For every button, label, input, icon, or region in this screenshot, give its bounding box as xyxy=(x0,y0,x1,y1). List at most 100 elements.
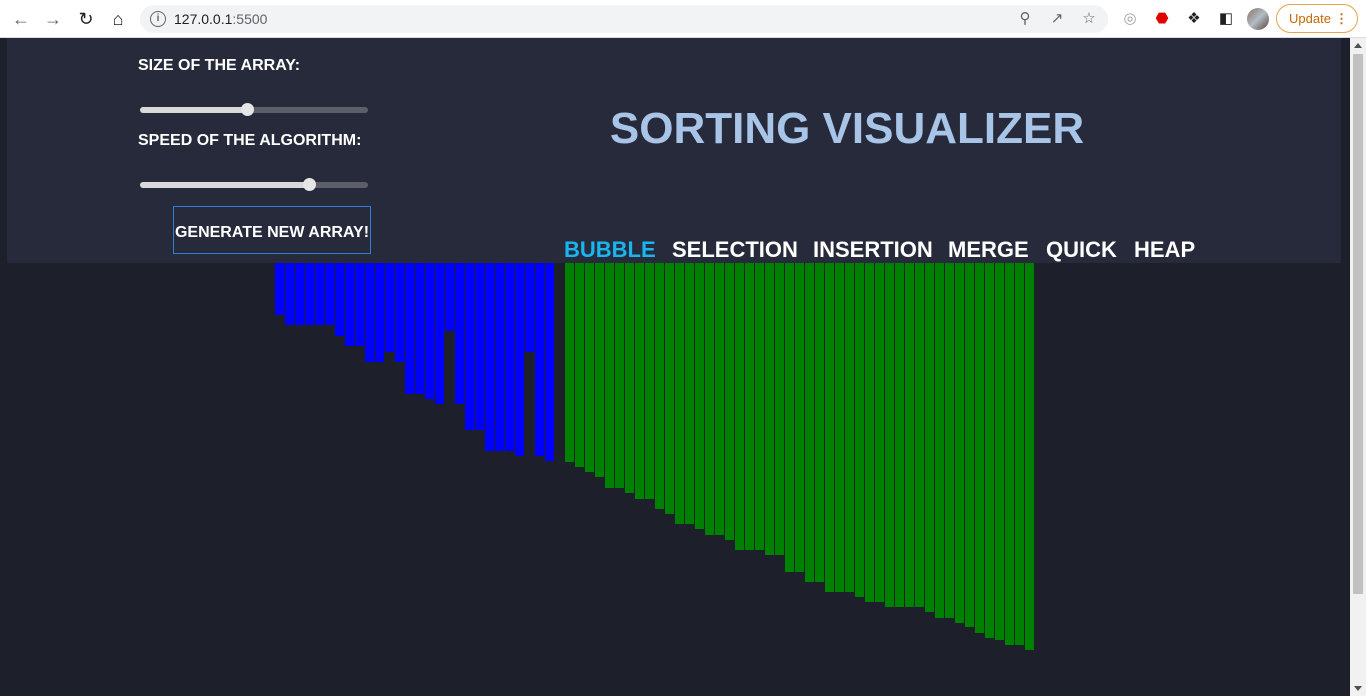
sorted-bar xyxy=(865,263,874,602)
sorted-bar xyxy=(625,263,634,493)
algo-insertion[interactable]: INSERTION xyxy=(813,237,933,263)
speed-slider-fill xyxy=(140,182,309,188)
sorted-bar xyxy=(775,263,784,555)
side-panel-icon[interactable]: ◧ xyxy=(1216,9,1236,29)
sorted-bar xyxy=(845,263,854,592)
unsorted-bar xyxy=(525,263,534,352)
unsorted-bar xyxy=(535,263,544,456)
sorted-bar xyxy=(1005,263,1014,645)
page-title: SORTING VISUALIZER xyxy=(609,104,1085,153)
sorted-bar xyxy=(615,263,624,488)
unsorted-bar xyxy=(315,263,324,325)
page-viewport: SIZE OF THE ARRAY: SPEED OF THE ALGORITH… xyxy=(0,38,1350,696)
sorted-bar xyxy=(945,263,954,618)
sorted-bar xyxy=(975,263,984,633)
sorted-bar xyxy=(565,263,574,462)
browser-toolbar: ← → ↻ ⌂ i 127.0.0.1:5500 ⚲ ↗ ☆ ◎ ⬣ ❖ ◧ U… xyxy=(0,0,1366,38)
sorted-bar xyxy=(955,263,964,623)
sorted-bar xyxy=(655,263,664,509)
back-icon[interactable]: ← xyxy=(10,8,32,30)
sorted-bar xyxy=(985,263,994,638)
sorted-bar xyxy=(665,263,674,514)
sorted-bar xyxy=(965,263,974,627)
scroll-up-icon[interactable] xyxy=(1354,43,1362,48)
unsorted-bar xyxy=(375,263,384,362)
size-label: SIZE OF THE ARRAY: xyxy=(138,57,301,74)
extension-ring-icon[interactable]: ◎ xyxy=(1120,9,1140,29)
unsorted-bar xyxy=(485,263,494,451)
reload-icon[interactable]: ↻ xyxy=(75,8,97,30)
sorted-bar xyxy=(905,263,914,607)
sorted-bar xyxy=(685,263,694,524)
sorted-bar xyxy=(765,263,774,555)
unsorted-bar xyxy=(295,263,304,325)
sorted-bar xyxy=(575,263,584,467)
sorted-bar xyxy=(805,263,814,582)
unsorted-bar xyxy=(405,263,414,394)
unsorted-bar xyxy=(385,263,394,352)
sorted-bar xyxy=(795,263,804,572)
sorted-bar xyxy=(675,263,684,524)
sorted-bar xyxy=(995,263,1004,640)
unsorted-bar xyxy=(545,263,554,461)
unsorted-bar xyxy=(335,263,344,336)
generate-array-button[interactable]: GENERATE NEW ARRAY! xyxy=(173,206,371,254)
algo-selection[interactable]: SELECTION xyxy=(672,237,798,263)
share-icon[interactable]: ↗ xyxy=(1048,10,1066,28)
speed-label: SPEED OF THE ALGORITHM: xyxy=(138,132,362,149)
profile-avatar[interactable] xyxy=(1247,8,1269,30)
unsorted-bar xyxy=(475,263,484,430)
sorted-bar xyxy=(715,263,724,535)
unsorted-bar xyxy=(275,263,284,315)
bookmark-star-icon[interactable]: ☆ xyxy=(1080,10,1098,28)
sorted-bar xyxy=(875,263,884,602)
sorted-bar xyxy=(1025,263,1034,650)
site-info-icon[interactable]: i xyxy=(150,11,166,27)
size-slider[interactable] xyxy=(140,103,368,116)
scrollbar-thumb[interactable] xyxy=(1353,54,1363,594)
unsorted-bar xyxy=(465,263,474,430)
unsorted-bar xyxy=(325,263,334,325)
speed-slider-thumb[interactable] xyxy=(302,178,316,191)
extensions-puzzle-icon[interactable]: ❖ xyxy=(1184,9,1204,29)
address-bar[interactable]: i 127.0.0.1:5500 ⚲ ↗ ☆ xyxy=(140,5,1108,33)
unsorted-bar xyxy=(285,263,294,325)
unsorted-bar xyxy=(505,263,514,451)
menu-dots-icon[interactable]: ⋮ xyxy=(1335,5,1348,32)
algo-quick[interactable]: QUICK xyxy=(1046,237,1117,263)
home-icon[interactable]: ⌂ xyxy=(107,8,129,30)
zoom-icon[interactable]: ⚲ xyxy=(1016,10,1034,28)
size-slider-thumb[interactable] xyxy=(241,103,255,116)
sorted-bar xyxy=(605,263,614,488)
unsorted-bar xyxy=(305,263,314,325)
adblock-icon[interactable]: ⬣ xyxy=(1152,9,1172,29)
sorted-bar xyxy=(925,263,934,612)
sorted-bar xyxy=(705,263,714,535)
unsorted-bar xyxy=(515,263,524,456)
unsorted-bar xyxy=(365,263,374,362)
update-button[interactable]: Update ⋮ xyxy=(1276,4,1358,33)
unsorted-bar xyxy=(425,263,434,399)
sorted-bar xyxy=(695,263,704,529)
unsorted-bar xyxy=(355,263,364,346)
sorted-bar xyxy=(815,263,824,582)
sorted-bar xyxy=(585,263,594,472)
sorted-bar xyxy=(915,263,924,607)
sorted-bar xyxy=(595,263,604,477)
header-panel: SIZE OF THE ARRAY: SPEED OF THE ALGORITH… xyxy=(7,38,1341,263)
sorted-bar xyxy=(755,263,764,550)
scroll-down-icon[interactable] xyxy=(1354,686,1362,691)
sorted-bar xyxy=(785,263,794,572)
algo-bubble[interactable]: BUBBLE xyxy=(564,237,656,263)
algo-heap[interactable]: HEAP xyxy=(1134,237,1195,263)
page-scrollbar[interactable] xyxy=(1350,38,1366,696)
forward-icon[interactable]: → xyxy=(42,8,64,30)
unsorted-bar xyxy=(415,263,424,394)
url-text: 127.0.0.1:5500 xyxy=(174,11,268,27)
sorted-bar xyxy=(635,263,644,499)
algo-merge[interactable]: MERGE xyxy=(948,237,1029,263)
unsorted-bar xyxy=(445,263,454,331)
sorted-bar xyxy=(735,263,744,550)
speed-slider[interactable] xyxy=(140,178,368,191)
sorted-bar xyxy=(885,263,894,607)
